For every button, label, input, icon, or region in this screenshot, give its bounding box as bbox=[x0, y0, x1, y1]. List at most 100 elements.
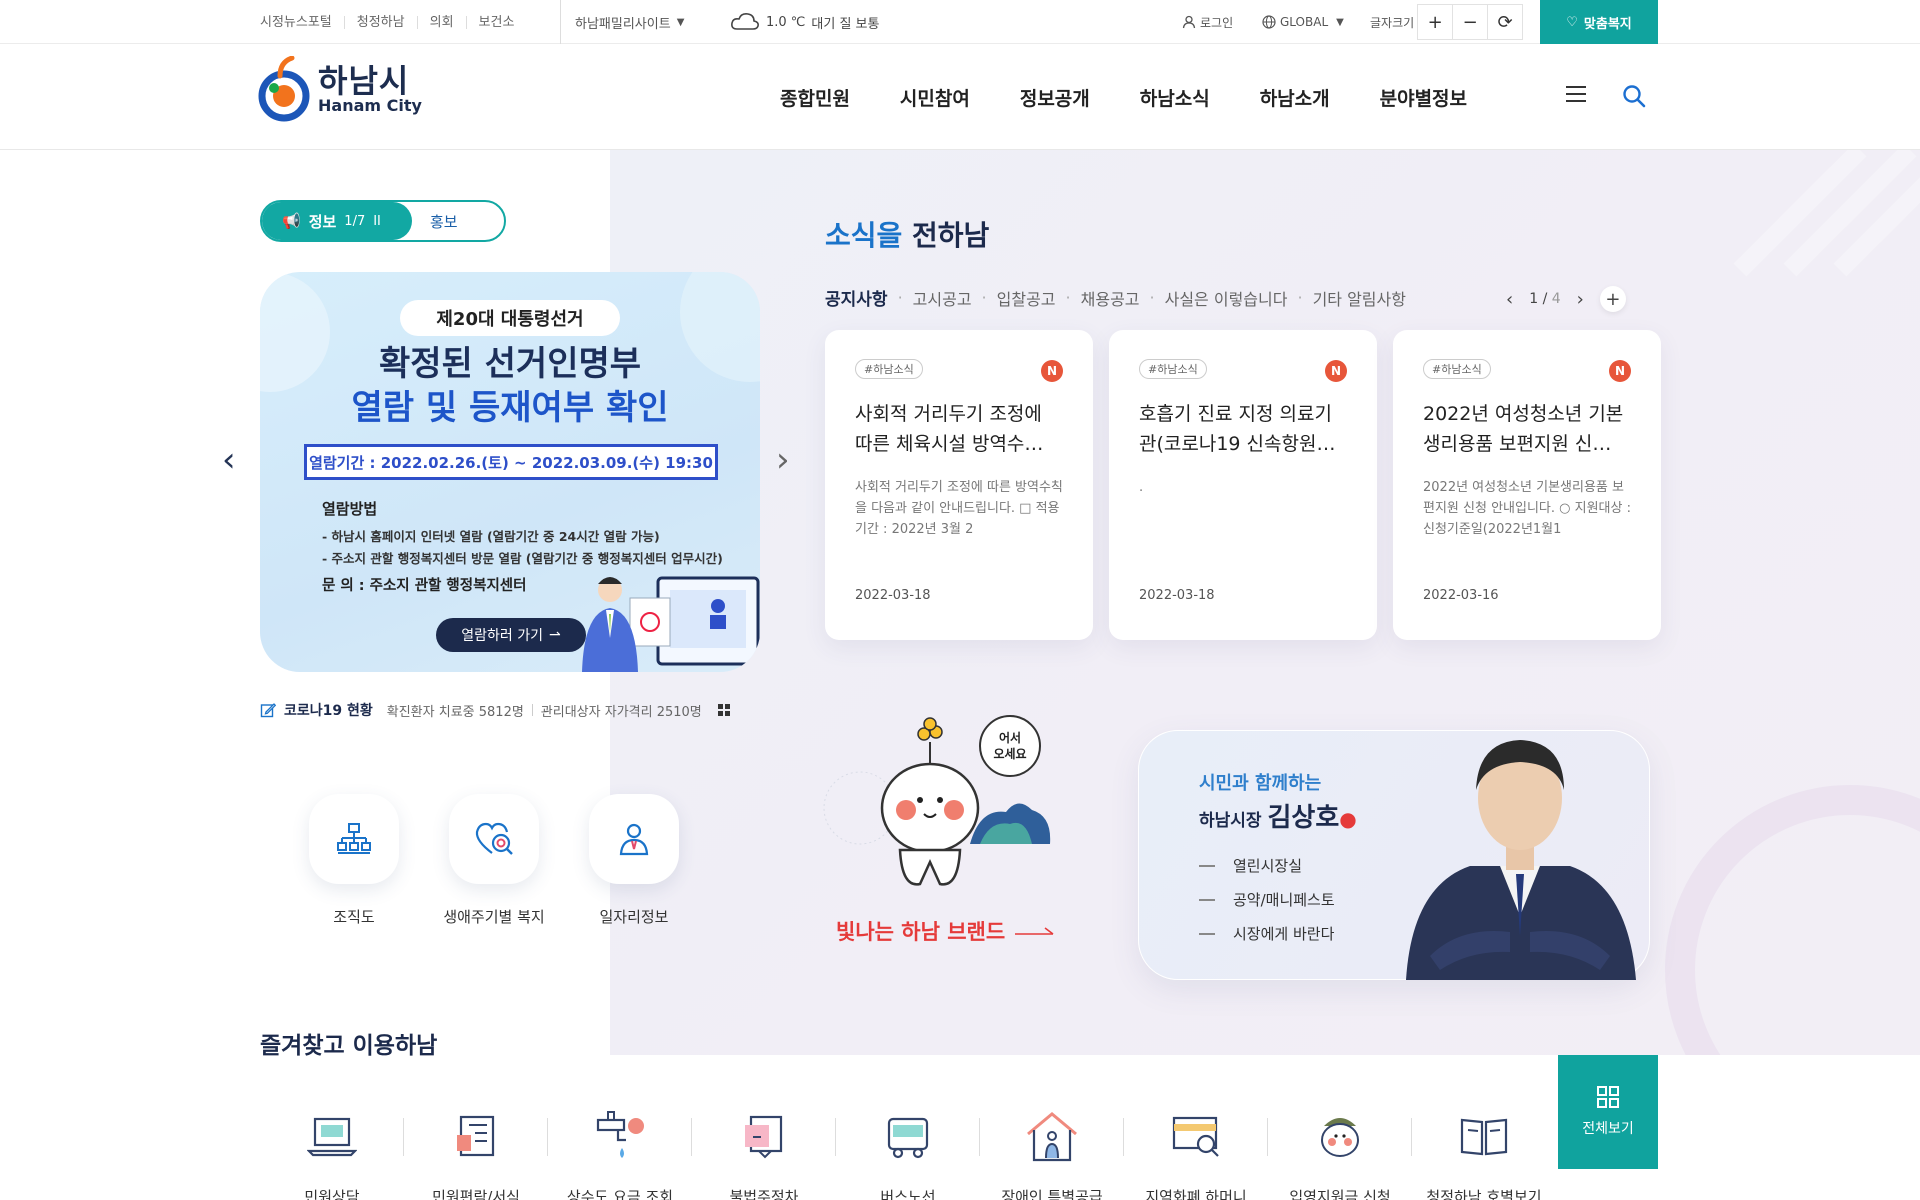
grid-icon bbox=[1597, 1086, 1619, 1108]
family-site-dropdown[interactable]: 하남패밀리사이트 ▼ bbox=[560, 0, 684, 44]
grid-icon[interactable] bbox=[717, 704, 730, 716]
quick-org-chart[interactable]: 조직도 bbox=[308, 794, 400, 927]
fav-label: 버스노선 bbox=[880, 1188, 936, 1200]
logo-text-ko: 하남시 bbox=[318, 62, 410, 100]
menu-icon[interactable] bbox=[1566, 86, 1586, 104]
fav-civil-forms[interactable]: 민원편람/서식 bbox=[404, 1108, 548, 1200]
nav-civil-service[interactable]: 종합민원 bbox=[780, 84, 850, 111]
banner-view-button[interactable]: 열람하러 가기 ⇀ bbox=[436, 618, 586, 652]
house-person-icon bbox=[1027, 1112, 1077, 1162]
fav-clean-hanam-book[interactable]: 청정하남 호별보기 bbox=[1412, 1108, 1556, 1200]
bus-icon bbox=[887, 1117, 929, 1159]
card-search-icon bbox=[1172, 1116, 1219, 1157]
tab-info[interactable]: 📢 정보 1/7 II bbox=[262, 202, 412, 240]
quick-lifecycle-welfare[interactable]: 생애주기별 복지 bbox=[443, 794, 545, 927]
weather-widget: 1.0 ℃ 대기 질 보통 bbox=[730, 0, 879, 44]
svg-text:오세요: 오세요 bbox=[993, 746, 1026, 761]
news-card[interactable]: #하남소식 N 호흡기 진료 지정 의료기관(코로나19 신속항원… . 202… bbox=[1109, 330, 1377, 640]
fav-local-currency[interactable]: 지역화폐 하머니 bbox=[1124, 1108, 1268, 1200]
font-size-plus-button[interactable]: + bbox=[1417, 4, 1454, 40]
fav-illegal-parking[interactable]: 불법주정차 bbox=[692, 1108, 836, 1200]
brand-mascot-illustration: 어서 오세요 bbox=[823, 715, 1051, 886]
font-size-minus-button[interactable]: − bbox=[1452, 4, 1489, 40]
mayor-link-manifesto[interactable]: 공약/매니페스토 bbox=[1199, 889, 1335, 910]
quick-label: 생애주기별 복지 bbox=[443, 908, 545, 926]
covid-title: 코로나19 현황 bbox=[284, 703, 373, 719]
mayor-link-suggestion[interactable]: 시장에게 바란다 bbox=[1199, 923, 1335, 944]
chevron-left-icon[interactable]: ‹ bbox=[1506, 289, 1513, 310]
site-logo[interactable]: 하남시 Hanam City bbox=[258, 56, 422, 122]
banner-contact: 문 의 : 주소지 관할 행정복지센터 bbox=[322, 578, 527, 594]
fav-bus-route[interactable]: 버스노선 bbox=[836, 1108, 980, 1200]
link-council[interactable]: 의회 bbox=[416, 15, 466, 29]
banner-method-2: - 주소지 관할 행정복지센터 방문 열람 (열람기간 중 행정복지센터 업무시… bbox=[322, 551, 723, 566]
fav-enlistment-support[interactable]: 입영지원금 신청 bbox=[1268, 1108, 1412, 1200]
news-pager: ‹ 1 / 4 › + bbox=[1506, 286, 1626, 312]
tab-notice[interactable]: 공지사항 bbox=[825, 285, 888, 310]
custom-welfare-label: 맞춤복지 bbox=[1583, 16, 1632, 32]
login-link[interactable]: 로그인 bbox=[1182, 0, 1233, 44]
fav-label: 지역화폐 하머니 bbox=[1145, 1188, 1247, 1200]
long-arrow-right-icon bbox=[1015, 927, 1054, 935]
megaphone-icon: 📢 bbox=[282, 212, 301, 230]
banner-view-label: 열람하러 가기 bbox=[461, 628, 543, 644]
fav-label: 민원상담 bbox=[304, 1188, 360, 1200]
divider bbox=[531, 704, 533, 716]
mayor-photo bbox=[1406, 740, 1636, 980]
news-more-button[interactable]: + bbox=[1599, 286, 1626, 312]
link-clean-hanam[interactable]: 청정하남 bbox=[343, 15, 417, 29]
main-banner[interactable]: 제20대 대통령선거 확정된 선거인명부 열람 및 등재여부 확인 열람기간 :… bbox=[260, 272, 760, 672]
quick-icon-box bbox=[309, 794, 399, 884]
heart-icon: ♡ bbox=[1566, 14, 1578, 30]
heart-search-icon bbox=[475, 822, 513, 855]
news-card-desc: 2022년 여성청소년 기본생리용품 보편지원 신청 안내입니다. ○ 지원대상… bbox=[1423, 480, 1631, 537]
nav-about[interactable]: 하남소개 bbox=[1260, 84, 1330, 111]
tab-other-notice[interactable]: 기타 알림사항 bbox=[1313, 286, 1406, 310]
search-icon[interactable] bbox=[1622, 84, 1646, 108]
slider-prev-button[interactable]: ‹ bbox=[222, 440, 236, 480]
link-health-center[interactable]: 보건소 bbox=[465, 15, 527, 29]
tab-fact-check[interactable]: 사실은 이렇습니다 bbox=[1165, 286, 1288, 310]
mayor-link-open-office[interactable]: 열린시장실 bbox=[1199, 855, 1335, 876]
banner-headline-1: 확정된 선거인명부 bbox=[378, 344, 642, 384]
forms-icon bbox=[457, 1115, 495, 1157]
edit-icon bbox=[260, 703, 276, 718]
mayor-subtitle: 시민과 함께하는 bbox=[1199, 773, 1322, 794]
custom-welfare-button[interactable]: ♡ 맞춤복지 bbox=[1540, 0, 1658, 44]
open-book-icon bbox=[1460, 1118, 1508, 1156]
banner-method-title: 열람방법 bbox=[322, 500, 378, 518]
news-card-date: 2022-03-18 bbox=[1139, 588, 1215, 603]
slider-next-button[interactable]: › bbox=[776, 440, 790, 480]
link-news-portal[interactable]: 시정뉴스포털 bbox=[260, 16, 344, 29]
tab-info-label: 정보 bbox=[308, 212, 337, 231]
brand-link[interactable]: 빛나는 하남 브랜드 bbox=[836, 916, 1055, 946]
fav-disabled-housing[interactable]: 장애인 특별공급 bbox=[980, 1108, 1124, 1200]
news-card[interactable]: #하남소식 N 2022년 여성청소년 기본 생리용품 보편지원 신… 2022… bbox=[1393, 330, 1661, 640]
quick-job-info[interactable]: 일자리정보 bbox=[588, 794, 680, 927]
tab-promotion[interactable]: 홍보 bbox=[412, 211, 458, 232]
banner-period: 열람기간 : 2022.02.26.(토) ~ 2022.03.09.(수) 1… bbox=[304, 444, 718, 480]
weather-temp: 1.0 ℃ bbox=[766, 14, 806, 30]
new-badge: N bbox=[1041, 360, 1063, 382]
view-all-button[interactable]: 전체보기 bbox=[1558, 1055, 1658, 1169]
job-person-icon bbox=[619, 823, 649, 856]
tab-recruitment[interactable]: 채용공고 bbox=[1081, 286, 1140, 310]
tab-announcement[interactable]: 고시공고 bbox=[913, 286, 972, 310]
news-card-title: 호흡기 진료 지정 의료기관(코로나19 신속항원… bbox=[1139, 403, 1336, 455]
nav-information[interactable]: 정보공개 bbox=[1020, 84, 1090, 111]
pause-button[interactable]: II bbox=[373, 214, 381, 229]
fav-label: 청정하남 호별보기 bbox=[1426, 1188, 1542, 1200]
global-dropdown[interactable]: GLOBAL ▼ bbox=[1262, 0, 1344, 44]
fav-water-bill[interactable]: 상수도 요금 조회 bbox=[548, 1108, 692, 1200]
font-size-reset-button[interactable]: ⟳ bbox=[1487, 4, 1524, 40]
fav-civil-consult[interactable]: 민원상담 bbox=[260, 1108, 404, 1200]
page-indicator: 1 / 4 bbox=[1529, 291, 1561, 307]
tab-bidding[interactable]: 입찰공고 bbox=[997, 286, 1056, 310]
nav-news[interactable]: 하남소식 bbox=[1140, 84, 1210, 111]
nav-field-info[interactable]: 분야별정보 bbox=[1380, 84, 1467, 111]
nav-participation[interactable]: 시민참여 bbox=[900, 84, 970, 111]
chevron-right-icon[interactable]: › bbox=[1577, 289, 1584, 310]
covid-status: 코로나19 현황 확진환자 치료중 5812명 관리대상자 자가격리 2510명 bbox=[260, 700, 730, 720]
news-card[interactable]: #하남소식 N 사회적 거리두기 조정에 따른 체육시설 방역수… 사회적 거리… bbox=[825, 330, 1093, 640]
font-size-control: 글자크기 + − ⟳ bbox=[1370, 0, 1524, 44]
